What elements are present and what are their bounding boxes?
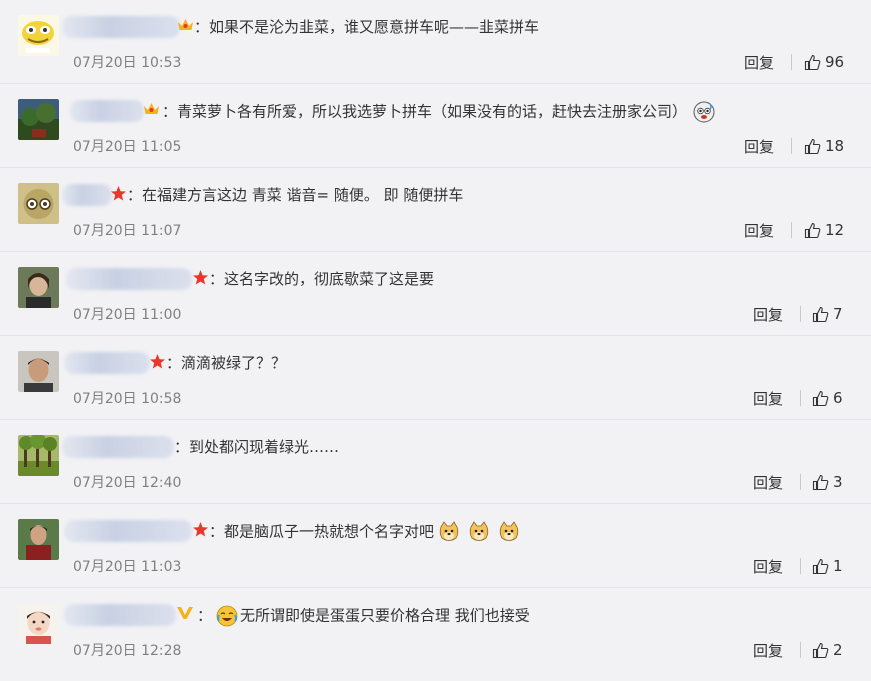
star-icon xyxy=(109,184,127,202)
star-icon xyxy=(191,268,209,286)
reply-button[interactable]: 回复 xyxy=(753,640,783,661)
comment-item: ：如果不是沦为韭菜，谁又愿意拼车呢——韭菜拼车 07月20日 10:53 回复 … xyxy=(0,0,871,84)
comment-text: ：如果不是沦为韭菜，谁又愿意拼车呢——韭菜拼车 xyxy=(194,18,540,36)
username-blurred[interactable] xyxy=(64,352,150,374)
thumbs-up-icon xyxy=(812,390,829,406)
username-blurred[interactable] xyxy=(64,520,192,542)
like-button[interactable]: 7 xyxy=(812,304,843,324)
doge-sweat-emoji-icon xyxy=(693,101,715,123)
username-blurred[interactable] xyxy=(64,604,176,626)
like-button[interactable]: 3 xyxy=(812,472,843,492)
comment-body: ：都是脑瓜子一热就想个名字对吧 xyxy=(209,522,435,541)
reply-button[interactable]: 回复 xyxy=(753,304,783,325)
divider xyxy=(791,138,792,154)
like-count: 3 xyxy=(833,473,843,491)
like-button[interactable]: 18 xyxy=(804,136,844,156)
comment-text: ：滴滴被绿了？？ xyxy=(166,354,287,372)
thumbs-up-icon xyxy=(812,558,829,574)
avatar[interactable] xyxy=(18,15,59,56)
comment-text: ：在福建方言这边 青菜 谐音= 随便。 即 随便拼车 xyxy=(127,186,464,204)
comment-item: ：滴滴被绿了？？ 07月20日 10:58 回复 6 xyxy=(0,336,871,420)
like-count: 7 xyxy=(833,305,843,323)
thumbs-up-icon xyxy=(804,222,821,238)
username-blurred[interactable] xyxy=(62,436,174,458)
comment-body: 无所谓即使是蛋蛋只要价格合理 我们也接受 xyxy=(240,606,530,625)
avatar[interactable] xyxy=(18,435,59,476)
username-blurred[interactable] xyxy=(70,100,144,122)
comment-body: ：青菜萝卜各有所爱，所以我选萝卜拼车（如果没有的话，赶快去注册家公司） xyxy=(162,102,688,121)
colon-text: ： xyxy=(197,606,213,625)
divider xyxy=(791,54,792,70)
comment-time: 07月20日 11:00 xyxy=(73,307,182,323)
crown-icon xyxy=(176,16,194,34)
avatar[interactable] xyxy=(18,183,59,224)
star-icon xyxy=(148,352,166,370)
like-button[interactable]: 2 xyxy=(812,640,843,660)
comment-list: ：如果不是沦为韭菜，谁又愿意拼车呢——韭菜拼车 07月20日 10:53 回复 … xyxy=(0,0,871,681)
reply-button[interactable]: 回复 xyxy=(753,556,783,577)
reply-button[interactable]: 回复 xyxy=(753,388,783,409)
crown-icon xyxy=(142,100,160,118)
reply-button[interactable]: 回复 xyxy=(753,472,783,493)
comment-text: ：青菜萝卜各有所爱，所以我选萝卜拼车（如果没有的话，赶快去注册家公司） xyxy=(162,101,715,123)
username-blurred[interactable] xyxy=(62,184,112,206)
like-button[interactable]: 1 xyxy=(812,556,843,576)
comment-item: ： 无所谓即使是蛋蛋只要价格合理 我们也接受 07月20日 12:28 回复 2 xyxy=(0,588,871,672)
username-blurred[interactable] xyxy=(66,268,192,290)
divider xyxy=(800,306,801,322)
divider xyxy=(800,474,801,490)
divider xyxy=(800,642,801,658)
comment-time: 07月20日 10:53 xyxy=(73,55,182,71)
divider xyxy=(800,558,801,574)
comment-text: ：到处都闪现着绿光…… xyxy=(174,438,340,456)
divider xyxy=(791,222,792,238)
comment-time: 07月20日 11:03 xyxy=(73,559,182,575)
like-count: 96 xyxy=(825,53,845,71)
comment-item: ：在福建方言这边 青菜 谐音= 随便。 即 随便拼车 07月20日 11:07 … xyxy=(0,168,871,252)
like-button[interactable]: 12 xyxy=(804,220,844,240)
comment-item: ：青菜萝卜各有所爱，所以我选萝卜拼车（如果没有的话，赶快去注册家公司） 07月2… xyxy=(0,84,871,168)
comment-time: 07月20日 11:07 xyxy=(73,223,182,239)
like-count: 6 xyxy=(833,389,843,407)
avatar[interactable] xyxy=(18,519,59,560)
reply-button[interactable]: 回复 xyxy=(744,220,774,241)
like-button[interactable]: 96 xyxy=(804,52,844,72)
comment-time: 07月20日 11:05 xyxy=(73,139,182,155)
like-count: 1 xyxy=(833,557,843,575)
like-count: 2 xyxy=(833,641,843,659)
reply-button[interactable]: 回复 xyxy=(744,52,774,73)
comment-time: 07月20日 10:58 xyxy=(73,391,182,407)
crying-laughing-emoji-icon xyxy=(216,605,238,627)
doge-emoji-icon xyxy=(468,521,490,543)
like-button[interactable]: 6 xyxy=(812,388,843,408)
thumbs-up-icon xyxy=(804,54,821,70)
comment-item: ：这名字改的，彻底歇菜了这是要 07月20日 11:00 回复 7 xyxy=(0,252,871,336)
divider xyxy=(800,390,801,406)
avatar[interactable] xyxy=(18,99,59,140)
thumbs-up-icon xyxy=(812,474,829,490)
reply-button[interactable]: 回复 xyxy=(744,136,774,157)
like-count: 18 xyxy=(825,137,845,155)
comment-text: ： 无所谓即使是蛋蛋只要价格合理 我们也接受 xyxy=(197,605,530,627)
star-icon xyxy=(191,520,209,538)
thumbs-up-icon xyxy=(812,642,829,658)
username-blurred[interactable] xyxy=(62,16,180,38)
thumbs-up-icon xyxy=(812,306,829,322)
verified-v-icon xyxy=(176,604,194,622)
comment-text: ：这名字改的，彻底歇菜了这是要 xyxy=(209,270,435,288)
avatar[interactable] xyxy=(18,267,59,308)
comment-text: ：都是脑瓜子一热就想个名字对吧 xyxy=(209,521,520,543)
avatar[interactable] xyxy=(18,603,59,644)
avatar[interactable] xyxy=(18,351,59,392)
comment-item: ：都是脑瓜子一热就想个名字对吧 07月20日 11:03 回复 1 xyxy=(0,504,871,588)
comment-item: ：到处都闪现着绿光…… 07月20日 12:40 回复 3 xyxy=(0,420,871,504)
doge-emoji-icon xyxy=(438,521,460,543)
doge-emoji-icon xyxy=(498,521,520,543)
thumbs-up-icon xyxy=(804,138,821,154)
comment-time: 07月20日 12:28 xyxy=(73,643,182,659)
comment-time: 07月20日 12:40 xyxy=(73,475,182,491)
like-count: 12 xyxy=(825,221,845,239)
